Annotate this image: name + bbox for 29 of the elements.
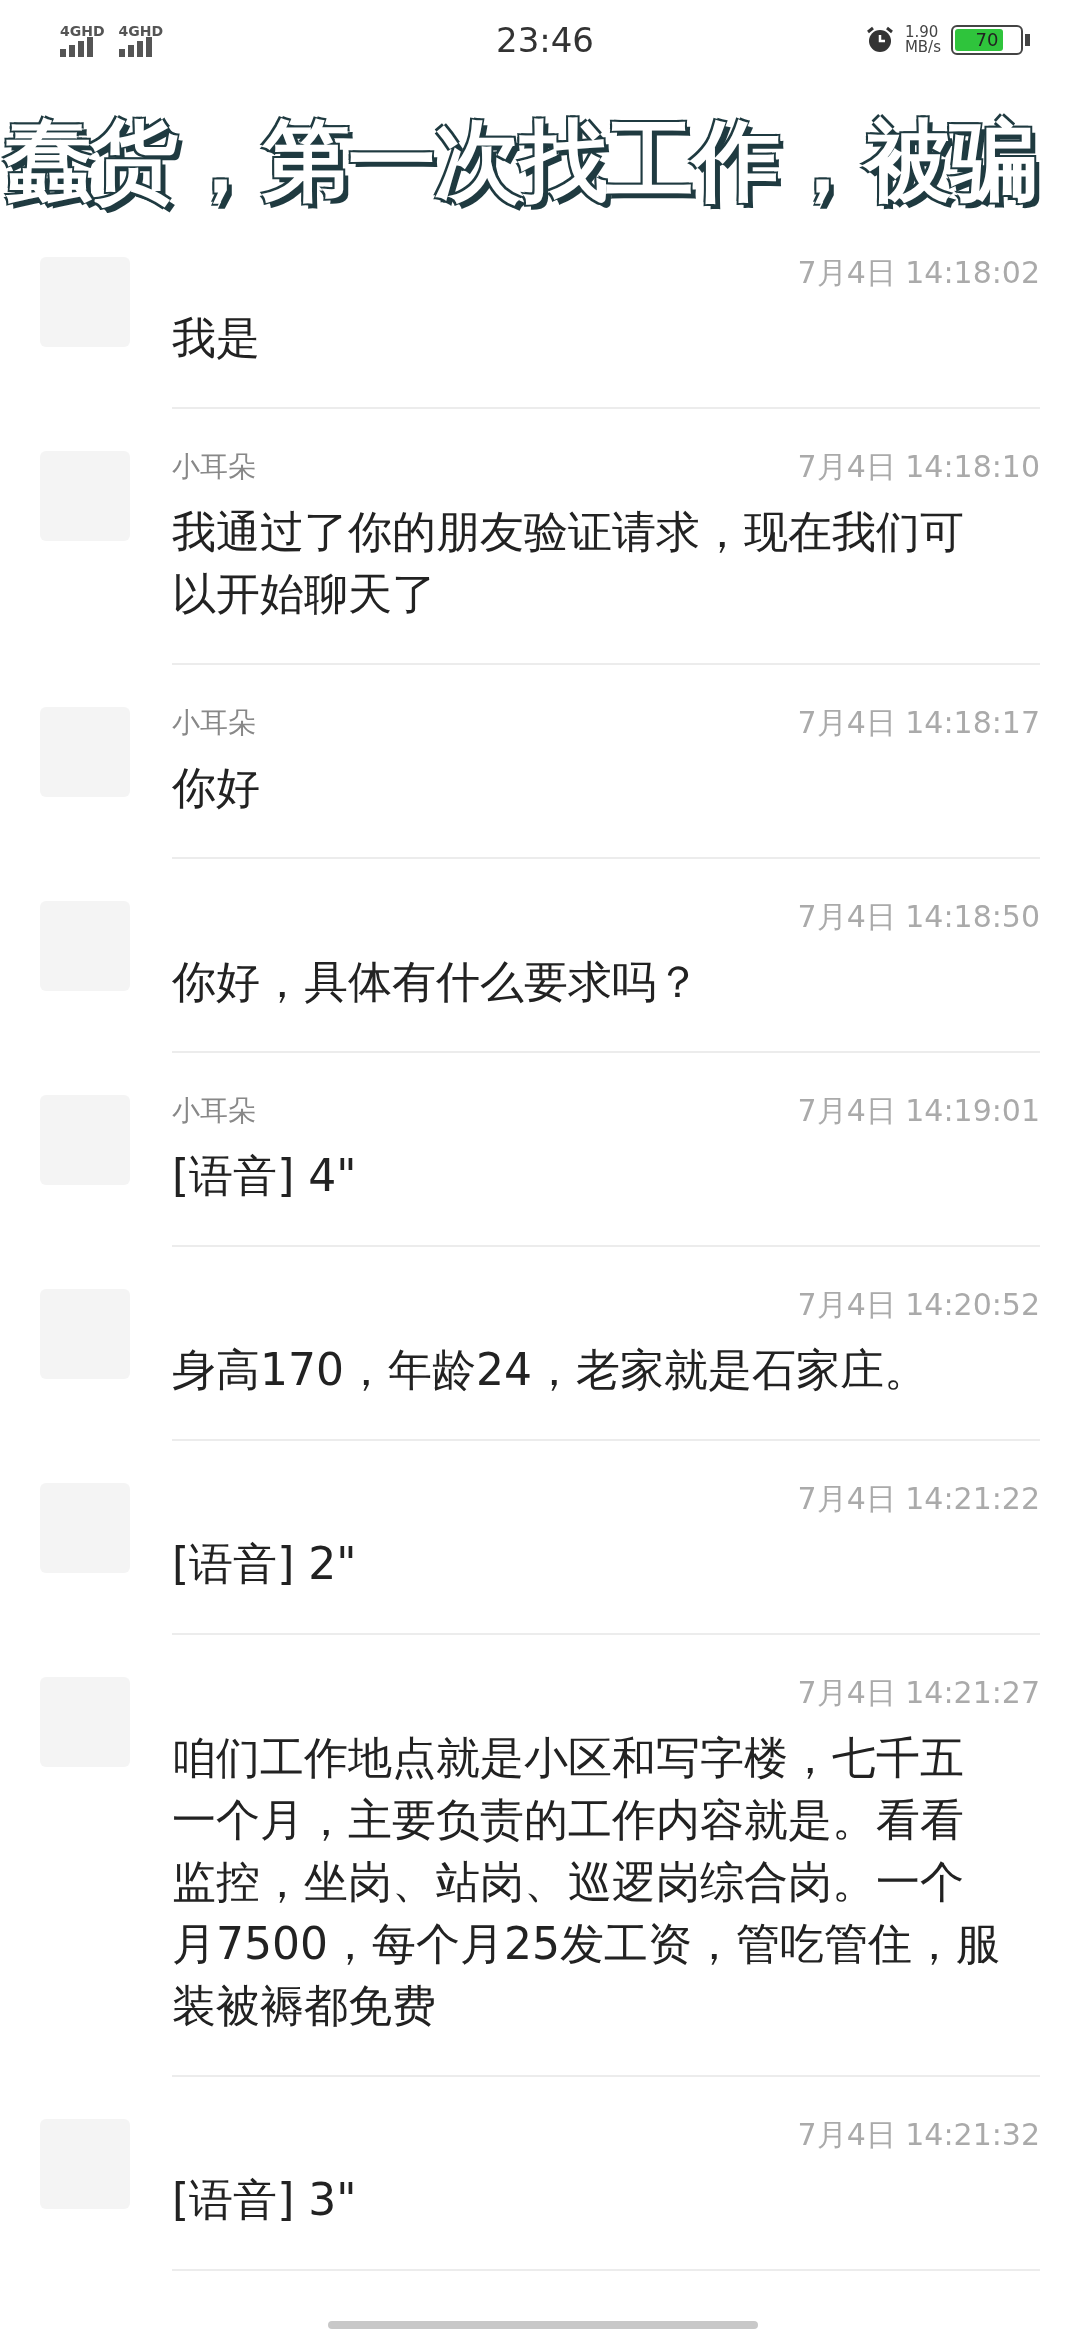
message-time: 7月4日 14:21:32 <box>797 2115 1040 2154</box>
network-type: 4GHD <box>118 23 164 39</box>
message-text: 咱们工作地点就是小区和写字楼，七千五一个月，主要负责的工作内容就是。看看监控，坐岗、站岗、巡逻岗综合岗。一个月7500，每个月25发工资，管吃管住，服装被褥都免费 <box>172 1731 1001 2033</box>
message-text: 我是 <box>172 311 261 365</box>
message-text: [语音] 4" <box>172 1149 358 1203</box>
message-text: 身高170，年龄24，老家就是石家庄。 <box>172 1343 929 1397</box>
message-time: 7月4日 14:18:10 <box>797 447 1040 486</box>
message-time: 7月4日 14:18:17 <box>797 703 1040 742</box>
message-time: 7月4日 14:19:01 <box>797 1091 1040 1130</box>
speed-unit: MB/s <box>904 40 941 55</box>
sender-name: 小耳朵 <box>172 1093 256 1129</box>
speed-value: 1.90 <box>904 25 939 40</box>
message-time: 7月4日 14:20:52 <box>797 1285 1040 1324</box>
sender-name: 小耳朵 <box>172 449 256 485</box>
clock-time: 23:46 <box>496 20 594 60</box>
message-text: [语音] 2" <box>172 1537 358 1591</box>
message-time: 7月4日 14:21:27 <box>797 1673 1040 1712</box>
message-text: 你好，具体有什么要求吗？ <box>172 955 701 1009</box>
message-text: 我通过了你的朋友验证请求，现在我们可以开始聊天了 <box>172 505 965 621</box>
message-text: 你好 <box>172 761 261 815</box>
signal-icon <box>118 39 152 57</box>
alarm-icon <box>864 25 895 55</box>
sender-name: 小耳朵 <box>172 705 256 741</box>
message-time: 7月4日 14:21:22 <box>797 1479 1040 1518</box>
message-time: 7月4日 14:18:02 <box>797 253 1040 292</box>
message-text: [语音] 3" <box>172 2173 358 2227</box>
signal-icon <box>60 39 93 57</box>
message-time: 7月4日 14:18:50 <box>797 897 1040 936</box>
network-type: 4GHD <box>60 23 105 39</box>
